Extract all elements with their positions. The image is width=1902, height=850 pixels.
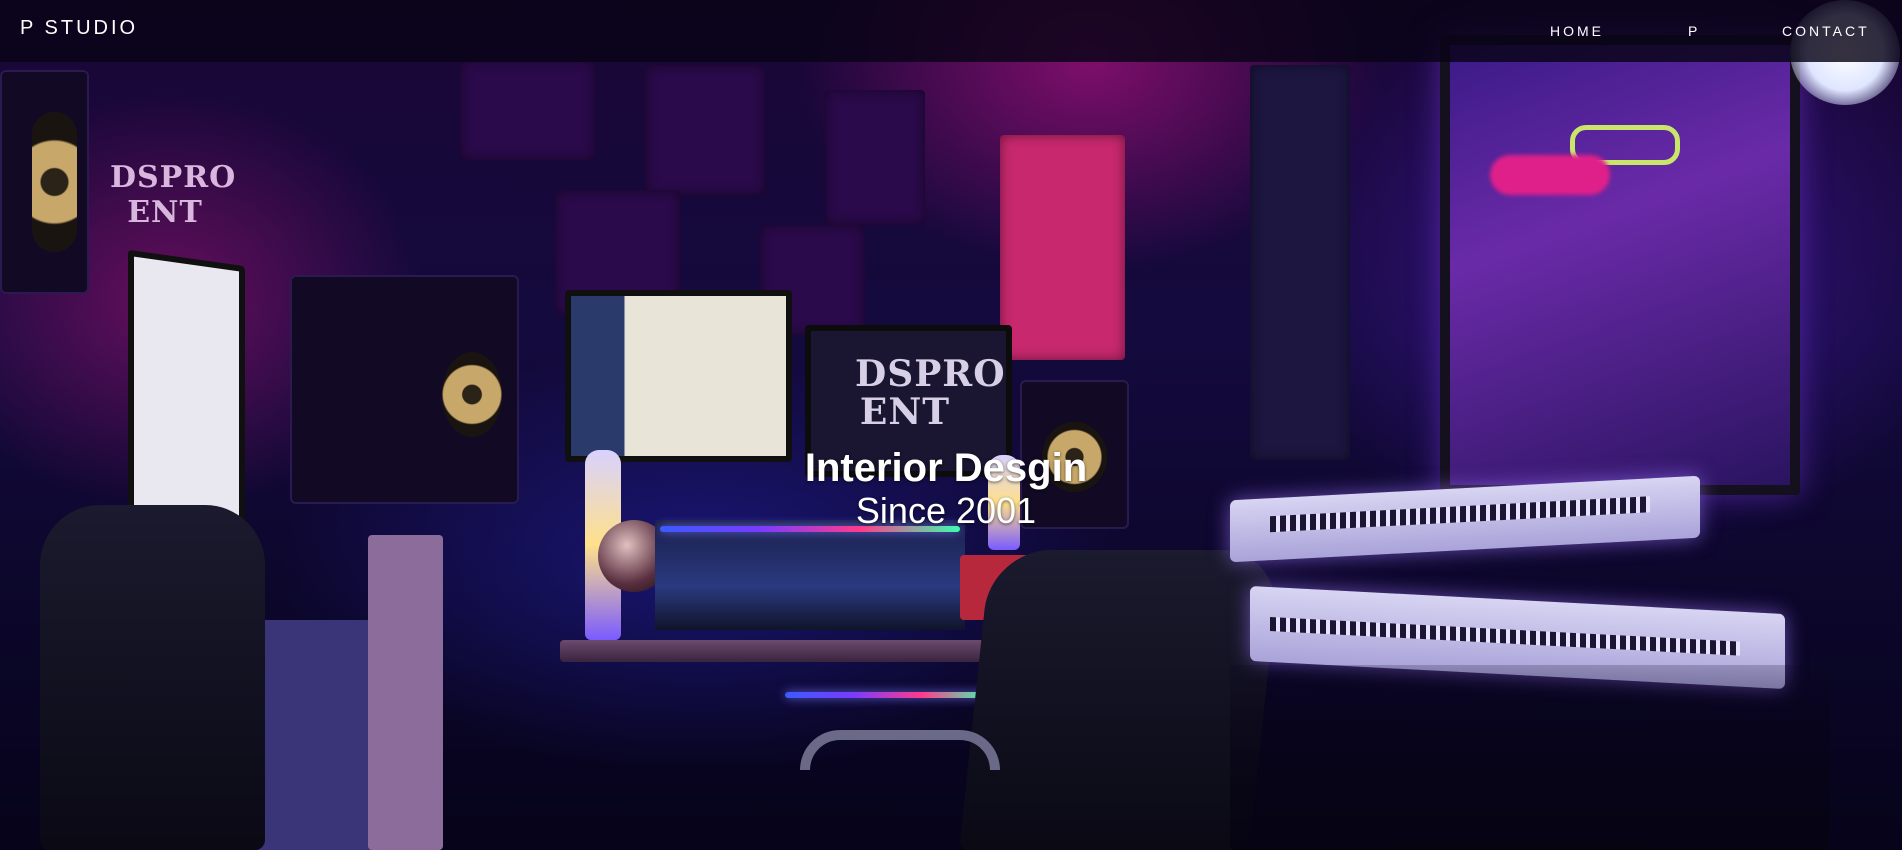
speaker-stand xyxy=(368,535,443,850)
acoustic-panel xyxy=(1250,65,1350,460)
computer-monitor xyxy=(565,290,792,462)
top-navbar: P STUDIO HOME P CONTACT xyxy=(0,0,1902,62)
acoustic-panel xyxy=(460,60,595,160)
speaker xyxy=(0,70,89,294)
hero-subtitle: Since 2001 xyxy=(0,490,1902,532)
hero-title-text: Interior Desgin xyxy=(804,446,1088,490)
acoustic-panel xyxy=(645,65,765,195)
nav-link-p[interactable]: P xyxy=(1688,23,1700,39)
acoustic-panel xyxy=(825,90,925,225)
nav-link-home[interactable]: HOME xyxy=(1550,23,1604,39)
chair-armrest xyxy=(800,730,1000,770)
mixing-console xyxy=(655,520,965,630)
floor-shadow xyxy=(1230,665,1830,850)
nav-link-contact[interactable]: CONTACT xyxy=(1782,23,1870,39)
keyboard-led xyxy=(785,692,990,698)
hero-background-image: DSPRO ENT DSPRO ENT xyxy=(0,0,1902,850)
neon-accent xyxy=(1490,155,1610,195)
left-chair xyxy=(40,505,265,850)
brand-logo[interactable]: P STUDIO xyxy=(20,17,138,40)
page: DSPRO ENT DSPRO ENT P STUDIO HOME P CONT… xyxy=(0,0,1902,850)
poster-logo: DSPRO ENT xyxy=(110,160,237,230)
framed-poster xyxy=(1440,35,1800,495)
desk xyxy=(560,640,1020,662)
monitor-logo: DSPRO ENT xyxy=(855,353,1006,433)
hero-subtitle-text: Since 2001 xyxy=(855,490,1037,531)
hero-title: Interior Desgin xyxy=(0,446,1902,491)
acoustic-panel xyxy=(1000,135,1125,360)
